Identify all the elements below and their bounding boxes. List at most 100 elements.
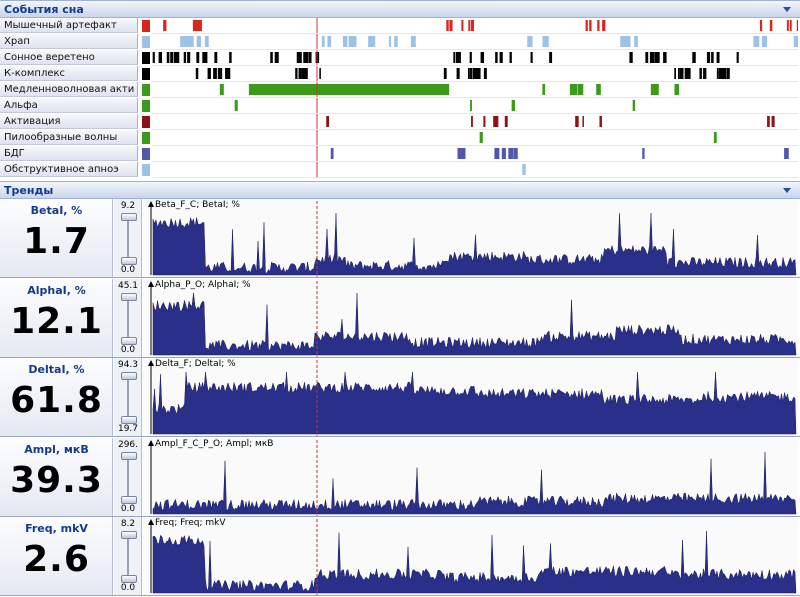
trend-scale: 296. 0.0 (114, 437, 142, 516)
event-track[interactable] (152, 66, 798, 82)
event-row-label: Сонное веретено (0, 50, 138, 65)
events-section-header[interactable]: События сна (0, 0, 800, 18)
event-mark (513, 148, 518, 159)
event-color-swatch (142, 148, 150, 160)
event-mark (394, 36, 398, 47)
event-mark (711, 52, 714, 63)
event-mark (721, 68, 724, 79)
event-row[interactable]: Активация (0, 114, 800, 130)
event-mark (542, 84, 546, 95)
trend-panel: BetaI, % 1.7 9.2 0.0 Beta_F_C; BetaI; % (0, 199, 800, 278)
scale-min-slider[interactable] (121, 257, 137, 265)
event-mark (471, 116, 473, 127)
event-color-swatch (142, 20, 150, 32)
event-row[interactable]: Медленноволновая акти (0, 82, 800, 98)
event-mark (767, 116, 770, 127)
event-mark (449, 20, 453, 31)
event-row[interactable]: БДГ (0, 146, 800, 162)
scale-min-slider[interactable] (121, 495, 137, 504)
trend-plot (148, 519, 797, 596)
event-row[interactable]: Храп (0, 34, 800, 50)
event-row[interactable]: Пилообразные волны (0, 130, 800, 146)
trend-scale-min: 0.0 (120, 344, 136, 355)
trend-chart[interactable]: Ampl_F_C_P_O; Ampl; мкВ (143, 437, 798, 516)
event-track[interactable] (152, 82, 798, 98)
event-row[interactable]: К-комплекс (0, 66, 800, 82)
event-mark (176, 52, 180, 63)
event-row[interactable]: Мышечный артефакт (0, 18, 800, 34)
event-mark (789, 20, 792, 31)
trend-chart-title: Delta_F; DeltaI; % (155, 359, 236, 370)
event-track[interactable] (152, 18, 798, 34)
event-mark (308, 52, 312, 63)
event-track[interactable] (152, 162, 798, 178)
event-track[interactable] (152, 50, 798, 66)
event-mark (220, 68, 223, 79)
event-row[interactable]: Сонное веретено (0, 50, 800, 66)
event-mark (542, 36, 549, 47)
event-mark (530, 52, 533, 63)
event-mark (158, 52, 161, 63)
event-track[interactable] (152, 146, 798, 162)
event-mark (270, 52, 273, 63)
chevron-down-icon[interactable] (782, 185, 792, 195)
event-mark (152, 52, 155, 63)
event-mark (771, 116, 775, 127)
event-mark (527, 36, 533, 47)
event-track[interactable] (152, 114, 798, 130)
event-mark (602, 20, 606, 31)
event-mark (597, 20, 600, 31)
trend-value: 61.8 (10, 380, 103, 422)
event-mark (342, 36, 348, 47)
event-mark (687, 68, 691, 79)
trend-chart[interactable]: Delta_F; DeltaI; % (143, 358, 798, 437)
event-marks (219, 82, 680, 97)
scale-min-slider[interactable] (121, 575, 137, 584)
event-color-swatch (142, 36, 150, 48)
event-mark (582, 116, 584, 127)
trend-chart-title: Alpha_P_O; AlphaI; % (155, 279, 251, 290)
event-row[interactable]: Обструктивное апноэ (0, 162, 800, 178)
scale-max-slider[interactable] (121, 213, 137, 221)
event-track[interactable] (152, 98, 798, 114)
trend-scale: 94.3 19.7 (114, 358, 142, 437)
trend-chart[interactable]: Beta_F_C; BetaI; % (143, 199, 798, 277)
trend-value: 1.7 (23, 221, 90, 262)
event-row[interactable]: Альфа (0, 98, 800, 114)
trend-chart[interactable]: Freq; Freq; mkV (143, 517, 798, 596)
event-mark (456, 52, 458, 63)
trend-chart[interactable]: Alpha_P_O; AlphaI; % (143, 278, 798, 357)
event-row-label: Пилообразные волны (0, 130, 138, 145)
events-section-title: События сна (4, 3, 84, 16)
trend-readout: AlphaI, % 12.1 (0, 278, 113, 357)
trends-section-header[interactable]: Тренды (0, 181, 800, 199)
scale-max-slider[interactable] (121, 531, 137, 540)
event-mark (229, 52, 232, 63)
event-mark (348, 36, 352, 47)
scale-max-slider[interactable] (121, 372, 137, 381)
event-mark (478, 68, 481, 79)
scale-max-slider[interactable] (121, 292, 137, 301)
event-mark (634, 36, 638, 47)
trend-plot (148, 360, 797, 437)
event-track[interactable] (152, 130, 798, 146)
scale-max-slider[interactable] (121, 451, 137, 460)
event-mark (468, 68, 470, 79)
event-mark (368, 36, 376, 47)
scale-min-slider[interactable] (121, 336, 137, 345)
scale-min-slider[interactable] (121, 416, 137, 425)
trends-section-title: Тренды (4, 184, 54, 197)
event-mark (199, 20, 202, 31)
event-track[interactable] (152, 34, 798, 50)
chevron-down-icon[interactable] (782, 4, 792, 14)
event-mark (716, 52, 720, 63)
event-mark (509, 52, 512, 63)
event-mark (304, 68, 308, 79)
trend-chart-title: Ampl_F_C_P_O; Ampl; мкВ (155, 438, 274, 449)
event-mark (410, 36, 416, 47)
event-mark (248, 84, 450, 95)
event-mark (298, 68, 302, 79)
event-mark (332, 84, 339, 95)
trend-scale: 8.2 0.0 (114, 517, 142, 596)
event-row-label: Обструктивное апноэ (0, 162, 138, 177)
